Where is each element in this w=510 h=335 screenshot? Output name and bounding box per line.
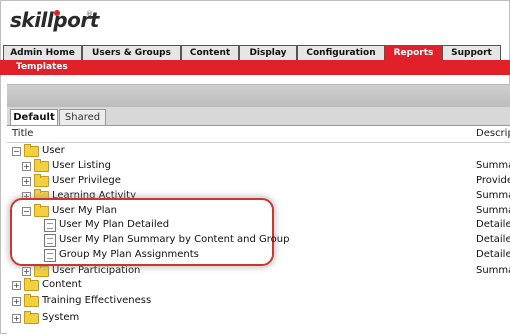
tree-label[interactable]: System (42, 311, 79, 325)
logo-registered-mark: ® (86, 10, 93, 18)
tree-label[interactable]: User My Plan Summary by Content and Grou… (59, 233, 289, 247)
tree-row-system[interactable]: + System (12, 311, 212, 325)
tree-row-my-plan-detailed[interactable]: User My Plan Detailed (44, 218, 274, 232)
tree-label[interactable]: Group My Plan Assignments (59, 248, 199, 262)
tree-row-content[interactable]: + Content (12, 278, 212, 292)
tree-row-group-my-plan[interactable]: Group My Plan Assignments (44, 248, 274, 262)
column-header-description[interactable]: Descrip (476, 128, 510, 139)
panel-header-bar (7, 85, 510, 107)
open-folder-icon (34, 204, 49, 217)
tree-label[interactable]: User Participation (52, 264, 140, 278)
tab-reports[interactable]: Reports (385, 45, 442, 60)
header-divider (7, 142, 510, 143)
folder-icon (24, 294, 39, 307)
folder-icon (24, 278, 39, 291)
description-cell: Summa (476, 160, 510, 171)
tree-row-user-my-plan[interactable]: − User My Plan (22, 204, 222, 218)
collapse-icon[interactable]: − (12, 147, 21, 156)
open-folder-icon (24, 144, 39, 157)
expand-icon[interactable]: + (12, 297, 21, 306)
folder-icon (34, 174, 49, 187)
expand-icon[interactable]: + (12, 281, 21, 290)
logo-dot (54, 10, 60, 16)
description-cell: Detailed (476, 219, 510, 230)
sub-nav: Templates (0, 60, 510, 75)
folder-icon (34, 159, 49, 172)
tree-label[interactable]: User Privilege (52, 174, 121, 188)
tab-content[interactable]: Content (181, 45, 239, 60)
main-nav: Admin Home Users & Groups Content Displa… (0, 44, 510, 60)
tree-row-user-listing[interactable]: + User Listing (22, 159, 222, 173)
report-icon (44, 219, 56, 232)
report-icon (44, 234, 56, 247)
expand-icon[interactable]: + (22, 162, 31, 171)
description-cell: Detailed (476, 234, 510, 245)
expand-icon[interactable]: + (12, 314, 21, 323)
tree-row-user[interactable]: − User (12, 144, 212, 158)
description-cell: Summa (476, 205, 510, 216)
tab-shared[interactable]: Shared (59, 109, 106, 126)
description-cell: Summa (476, 190, 510, 201)
description-cell: Provide (476, 175, 510, 186)
subnav-templates[interactable]: Templates (16, 61, 68, 74)
folder-icon (34, 264, 49, 277)
tree-label[interactable]: Training Effectiveness (42, 294, 151, 308)
tree-label[interactable]: User My Plan Detailed (59, 218, 169, 232)
tree-label[interactable]: User (42, 144, 65, 158)
description-cell: Detailed (476, 249, 510, 260)
tree-label[interactable]: Content (42, 278, 82, 292)
tab-users-groups[interactable]: Users & Groups (82, 45, 181, 60)
tree-row-user-privilege[interactable]: + User Privilege (22, 174, 222, 188)
tab-support[interactable]: Support (442, 45, 501, 60)
tab-admin-home[interactable]: Admin Home (3, 45, 82, 60)
description-cell: Summa (476, 265, 510, 276)
column-header-title[interactable]: Title (12, 128, 33, 139)
folder-icon (24, 311, 39, 324)
tree-row-my-plan-summary[interactable]: User My Plan Summary by Content and Grou… (44, 233, 289, 247)
collapse-icon[interactable]: − (22, 207, 31, 216)
report-icon (44, 249, 56, 262)
expand-icon[interactable]: + (22, 267, 31, 276)
tab-display[interactable]: Display (239, 45, 297, 60)
tree-label[interactable]: User My Plan (52, 204, 117, 218)
tree-row-user-participation[interactable]: + User Participation (22, 264, 222, 278)
tab-default[interactable]: Default (10, 109, 58, 126)
tree-label[interactable]: User Listing (52, 159, 111, 173)
tree-row-training-effectiveness[interactable]: + Training Effectiveness (12, 294, 212, 308)
tab-configuration[interactable]: Configuration (297, 45, 385, 60)
expand-icon[interactable]: + (22, 177, 31, 186)
